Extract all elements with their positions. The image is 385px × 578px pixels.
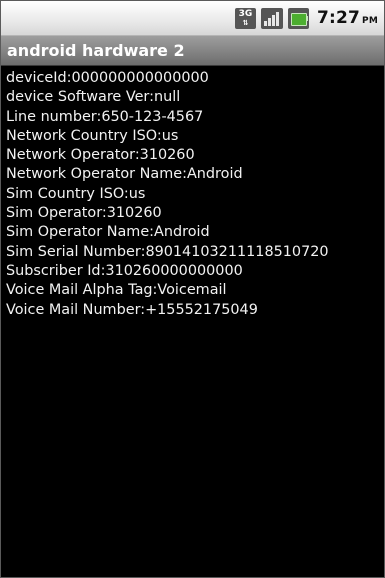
info-row: Network Country ISO:us	[6, 127, 380, 146]
clock-ampm: PM	[362, 16, 378, 26]
info-value: 650-123-4567	[101, 108, 204, 125]
info-label: Voice Mail Number:	[6, 301, 146, 318]
info-row: Sim Country ISO:us	[6, 185, 380, 204]
network-3g-icon: 3G ⇅	[234, 7, 256, 29]
info-label: Subscriber Id:	[6, 262, 106, 279]
info-value: 89014103211118510720	[145, 243, 329, 260]
app-title-bar: android hardware 2	[1, 36, 384, 66]
info-value: 310260	[139, 147, 195, 164]
info-value: 310260	[106, 205, 162, 222]
info-row: device Software Ver:null	[6, 88, 380, 107]
info-label: Network Operator Name:	[6, 166, 187, 183]
info-label: Sim Country ISO:	[6, 185, 129, 202]
info-value: us	[128, 185, 146, 202]
info-label: Line number:	[6, 108, 102, 125]
info-value: +15552175049	[145, 301, 258, 318]
info-label: Sim Operator Name:	[6, 224, 155, 241]
info-label: device Software Ver:	[6, 89, 154, 106]
info-label: Sim Operator:	[6, 205, 107, 222]
info-row: Sim Serial Number:89014103211118510720	[6, 243, 380, 262]
info-label: Network Country ISO:	[6, 127, 162, 144]
clock-time: 7:27	[316, 8, 361, 28]
info-value: us	[161, 127, 179, 144]
info-row: Sim Operator Name:Android	[6, 223, 380, 242]
info-value: Voicemail	[157, 282, 227, 299]
info-row: Network Operator Name:Android	[6, 165, 380, 184]
info-value: 310260000000000	[105, 262, 243, 279]
battery-icon	[287, 7, 309, 29]
info-row: deviceId:000000000000000	[6, 69, 380, 88]
info-row: Line number:650-123-4567	[6, 108, 380, 127]
status-icons: 3G ⇅ 7:27 PM	[234, 7, 378, 29]
info-row: Sim Operator:310260	[6, 204, 380, 223]
info-value: Android	[154, 224, 210, 241]
info-row: Voice Mail Alpha Tag:Voicemail	[6, 281, 380, 300]
info-value: Android	[186, 166, 243, 183]
info-label: Voice Mail Alpha Tag:	[6, 282, 158, 299]
signal-strength-icon	[260, 7, 283, 29]
info-label: deviceId:	[6, 70, 72, 86]
info-label: Sim Serial Number:	[6, 243, 146, 260]
app-title: android hardware 2	[7, 41, 185, 60]
info-value: 000000000000000	[71, 70, 209, 86]
network-label: 3G	[238, 8, 253, 19]
info-label: Network Operator:	[6, 147, 140, 164]
data-activity-icon: ⇅	[242, 18, 249, 27]
hardware-info-list: deviceId:000000000000000 device Software …	[6, 69, 380, 320]
info-row: Subscriber Id:310260000000000	[6, 262, 380, 281]
clock: 7:27 PM	[317, 8, 378, 28]
status-bar: 3G ⇅ 7:27 PM	[1, 1, 384, 36]
info-row: Voice Mail Number:+15552175049	[6, 301, 380, 320]
phone-screen: 3G ⇅ 7:27 PM android hardware 2 deviceId:…	[0, 0, 385, 578]
info-value: null	[153, 89, 181, 106]
info-row: Network Operator:310260	[6, 146, 380, 165]
